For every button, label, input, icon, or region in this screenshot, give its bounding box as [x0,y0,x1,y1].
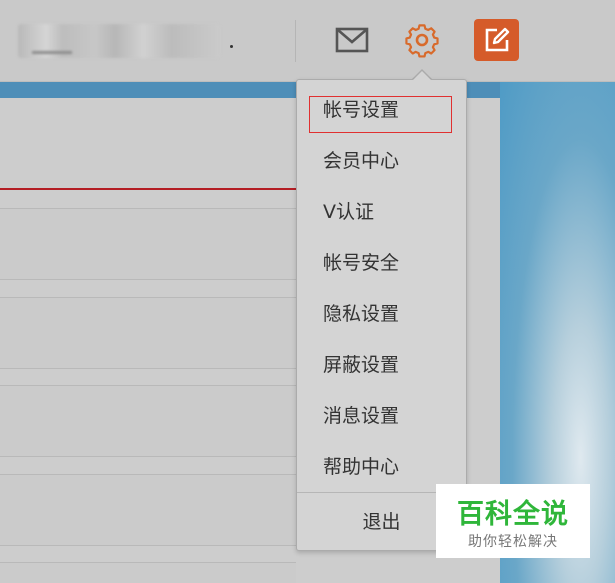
list-item[interactable] [0,385,296,457]
menu-caret-fill [412,71,432,81]
watermark-title: 百科全说 [457,499,569,530]
list-item[interactable] [0,208,296,280]
menu-item-privacy-settings[interactable]: 隐私设置 [323,297,399,331]
compose-button[interactable] [474,19,519,61]
envelope-icon [335,27,369,53]
settings-menu: 帐号设置 会员中心 V认证 帐号安全 隐私设置 屏蔽设置 消息设置 帮助中心 退… [296,79,467,551]
active-tab-underline [0,188,296,190]
messages-button[interactable] [334,24,370,56]
menu-item-block-settings[interactable]: 屏蔽设置 [323,348,399,382]
list-item[interactable] [0,297,296,369]
annotation-highlight-box [309,96,452,133]
list-item[interactable] [0,474,296,546]
menu-item-v-verification[interactable]: V认证 [323,195,374,229]
watermark-subtitle: 助你轻松解决 [468,534,558,550]
menu-item-help-center[interactable]: 帮助中心 [323,450,399,484]
blurred-username[interactable] [18,24,220,58]
header-separator [295,20,296,62]
watermark: 百科全说 助你轻松解决 [436,484,590,558]
menu-item-account-security[interactable]: 帐号安全 [323,246,399,280]
menu-item-member-center[interactable]: 会员中心 [323,144,399,178]
list-item[interactable] [0,562,296,583]
settings-button[interactable] [403,21,441,59]
username-dot [230,45,233,48]
gear-icon [405,24,439,58]
menu-item-message-settings[interactable]: 消息设置 [323,399,399,433]
top-bar [0,0,615,82]
edit-icon [485,27,509,52]
